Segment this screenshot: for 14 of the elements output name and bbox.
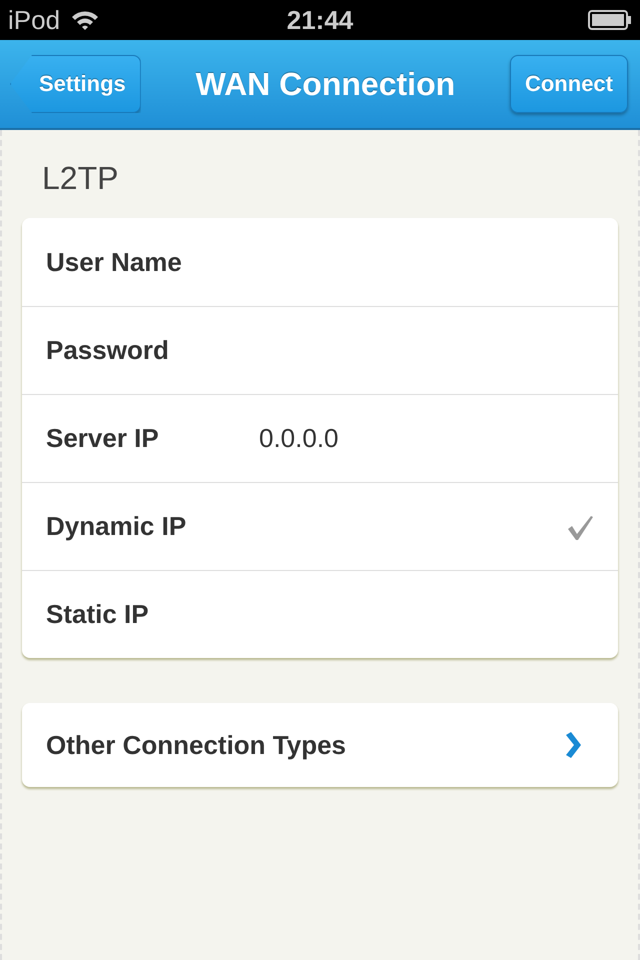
screen-title: WAN Connection bbox=[196, 66, 456, 102]
battery-icon bbox=[588, 10, 632, 30]
chevron-icon bbox=[564, 732, 582, 758]
input-field[interactable]: 0.0.0.0 bbox=[259, 423, 594, 454]
option-row[interactable]: Static IP bbox=[22, 570, 618, 658]
list-link[interactable]: Other Connection Types bbox=[22, 703, 618, 787]
clock-time: 21:44 bbox=[286, 4, 354, 36]
field-label: Password bbox=[46, 335, 170, 366]
carrier-name: iPod bbox=[8, 4, 60, 36]
wifi-icon bbox=[70, 9, 100, 31]
section-title: L2TP bbox=[41, 159, 120, 198]
option-row[interactable]: Dynamic IP bbox=[22, 482, 618, 570]
field-label: Server IP bbox=[46, 423, 160, 454]
field-label: User Name bbox=[46, 246, 183, 278]
